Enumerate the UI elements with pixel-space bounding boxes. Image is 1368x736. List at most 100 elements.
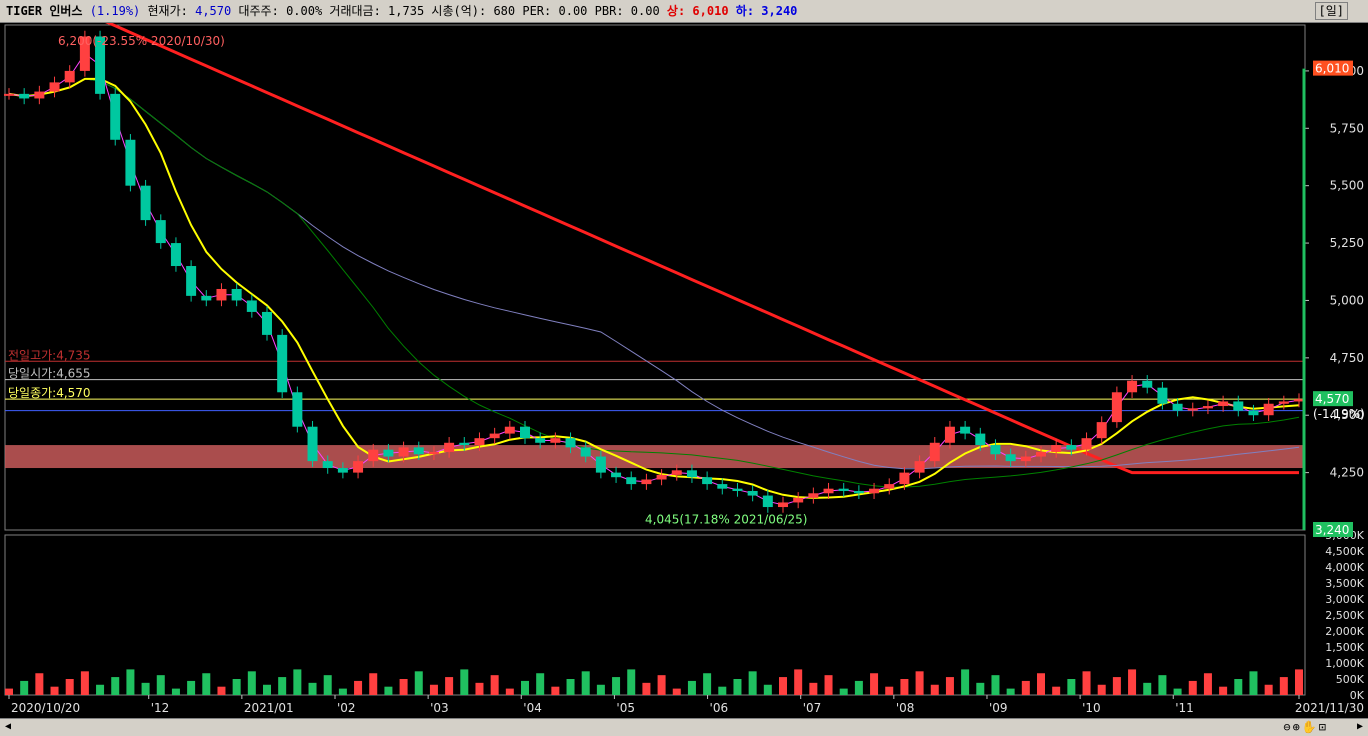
candle-body (322, 461, 333, 469)
candle-body (520, 426, 530, 439)
candle-body (838, 488, 849, 491)
candle-body (1172, 403, 1183, 411)
candle-body (793, 497, 804, 503)
candle-body (732, 488, 743, 491)
chart-scrollbar[interactable]: ◀ ⊖⊕✋⊡ ▶ (0, 718, 1368, 736)
candle-body (535, 438, 546, 443)
candle-body (246, 300, 257, 312)
period-button[interactable]: [일] (1314, 2, 1348, 20)
date-tick-label: '04 (523, 701, 542, 715)
candle-body (1127, 380, 1138, 393)
candle-body (231, 288, 242, 301)
cap-label: 시총(억): (431, 4, 487, 18)
candle-body (565, 438, 576, 448)
candle-body (853, 490, 864, 494)
volume-bar (126, 669, 135, 695)
stock-name: TIGER 인버스 (6, 4, 83, 18)
candle-body (899, 472, 910, 485)
volume-bar (1234, 679, 1243, 695)
scroll-right-icon[interactable]: ▶ (1354, 721, 1366, 733)
candle-body (110, 93, 121, 140)
date-tick-label: '05 (616, 701, 635, 715)
date-tick-label: 2021/01 (244, 701, 294, 715)
zoom-tools[interactable]: ⊖⊕✋⊡ (1283, 720, 1328, 734)
candle-body (914, 461, 925, 473)
volume-bar (187, 680, 196, 695)
volume-bar (1097, 684, 1106, 695)
price-panel: 전일고가:4,735 당일시가:4,655 당일종가:4,570 6,200(-23.… (4, 23, 1306, 531)
date-tick-label: '08 (896, 701, 915, 715)
candle-body (671, 470, 682, 475)
volume-bar (429, 684, 438, 695)
volume-bar (96, 684, 105, 695)
scroll-left-icon[interactable]: ◀ (2, 721, 14, 733)
date-tick-label: '03 (430, 701, 449, 715)
volume-bar (1203, 673, 1212, 695)
volume-bar (1188, 680, 1197, 695)
volume-tick-label: 1,000K (1325, 657, 1364, 670)
volume-bar (323, 675, 332, 695)
candle-body (4, 93, 14, 96)
candle-body (262, 311, 272, 335)
candle-body (641, 479, 652, 485)
candle-body (64, 70, 75, 83)
volume-bar (1112, 677, 1121, 695)
candle-body (170, 243, 181, 267)
stock-chart[interactable]: 전일고가:4,735 당일시가:4,655 당일종가:4,570 6,200(-23.… (0, 23, 1368, 718)
volume-bar (445, 677, 454, 695)
volume-bar (65, 679, 74, 695)
volume-bar (839, 688, 848, 695)
volume-bar (141, 682, 150, 695)
candle-body (929, 442, 940, 462)
candle-body (216, 288, 227, 301)
volume-bar (171, 688, 180, 695)
candle-body (186, 266, 197, 296)
candle-body (869, 488, 880, 494)
volume-bar (156, 675, 165, 695)
candle-body (459, 442, 470, 446)
volume-bar (1264, 684, 1273, 695)
price-tick-label: 5,750 (1330, 121, 1364, 135)
volume-bar (536, 673, 545, 695)
lower-limit-value: 3,240 (761, 4, 798, 18)
price-tick-label: 4,750 (1330, 351, 1364, 365)
volume-bar (612, 677, 621, 695)
candle-body (1157, 387, 1168, 404)
volume-bar (596, 684, 605, 695)
candle-body (307, 426, 318, 462)
date-tick-label: '10 (1082, 701, 1101, 715)
volume-bar (1279, 677, 1288, 695)
candle-body (368, 449, 379, 462)
candle-body (823, 488, 834, 494)
price-tick-label: 4,250 (1330, 466, 1364, 480)
volume-bar (354, 680, 363, 695)
volume-bar (930, 684, 939, 695)
volume-bar (399, 679, 408, 695)
volume-bar (885, 686, 894, 695)
lower-limit-tag: 3,240 (1315, 523, 1349, 537)
candle-body (1066, 445, 1077, 450)
volume-bar (1128, 669, 1137, 695)
date-tick-label: '12 (151, 701, 170, 715)
volume-bar (991, 675, 1000, 695)
volume-bar (703, 673, 712, 695)
volume-bar (657, 675, 666, 695)
candle-body (19, 93, 30, 99)
volume-bar (1143, 682, 1152, 695)
volume-bar (733, 679, 742, 695)
volume-bar (111, 677, 120, 695)
candle-body (277, 334, 288, 393)
candle-body (353, 461, 364, 473)
current-price-tag: 4,570 (1315, 392, 1349, 406)
change-rate: (1.19%) (89, 4, 141, 18)
candle-body (550, 438, 561, 443)
candle-body (201, 295, 212, 301)
candle-body (975, 433, 986, 446)
volume-bar (20, 680, 29, 695)
close-label: 당일종가:4,570 (8, 386, 91, 400)
candle-body (140, 185, 151, 221)
volume-bar (961, 669, 970, 695)
candle-body (337, 468, 348, 473)
pbr-value: 0.00 (630, 4, 660, 18)
candle-body (626, 477, 637, 485)
